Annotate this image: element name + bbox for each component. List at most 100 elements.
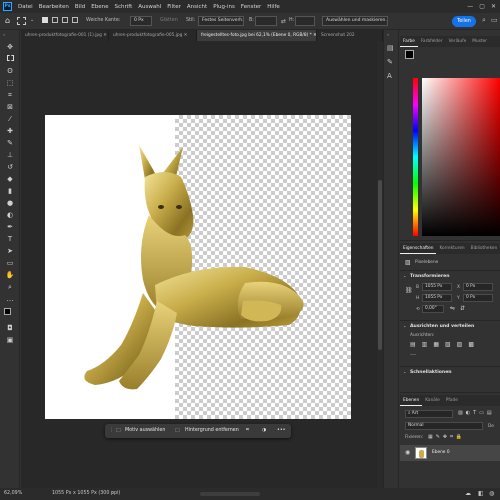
collapse-toolbar-icon[interactable]: » xyxy=(3,32,5,37)
history-brush-icon[interactable]: ↺ xyxy=(5,162,15,172)
menu-ebene[interactable]: Ebene xyxy=(88,4,111,10)
tab-paths[interactable]: Pfade xyxy=(443,395,461,406)
chevron-down-icon[interactable]: ⌄ xyxy=(403,323,406,328)
menu-fenster[interactable]: Fenster xyxy=(238,4,264,10)
menu-plugins[interactable]: Plug-ins xyxy=(210,4,238,10)
link-icon[interactable]: ⛓ xyxy=(405,287,413,294)
tab-swatches[interactable]: Farbfelder xyxy=(418,36,446,47)
chevron-down-icon[interactable]: ⌄ xyxy=(403,369,406,374)
crop-tool-icon[interactable]: ⌗ xyxy=(5,90,15,100)
select-and-mask-button[interactable]: Auswählen und maskieren... xyxy=(322,16,388,26)
swap-icon[interactable]: ⇄ xyxy=(281,18,286,25)
foreground-color-swatch[interactable] xyxy=(4,308,11,315)
hue-slider[interactable] xyxy=(413,78,418,236)
color-picker-field[interactable] xyxy=(422,78,500,236)
layer-name[interactable]: Ebene 0 xyxy=(432,450,450,455)
tab-libraries[interactable]: Bibliotheken xyxy=(468,243,500,254)
flip-horizontal-icon[interactable]: ⇋ xyxy=(450,305,455,312)
flip-vertical-icon[interactable]: ⇵ xyxy=(460,305,465,312)
share-button[interactable]: Teilen xyxy=(452,16,476,27)
menu-bearbeiten[interactable]: Bearbeiten xyxy=(36,4,72,10)
eyedropper-tool-icon[interactable]: ⁄ xyxy=(5,114,15,124)
lock-icons[interactable]: ▦✎✥⌗🔒 xyxy=(428,434,465,440)
more-options-button[interactable]: ••• xyxy=(277,424,286,438)
menu-bild[interactable]: Bild xyxy=(72,4,88,10)
dodge-tool-icon[interactable]: ◐ xyxy=(5,210,15,220)
tab-properties[interactable]: Eigenschaften xyxy=(400,243,437,254)
workspace-icon[interactable]: ▭ xyxy=(491,16,498,24)
width-field[interactable] xyxy=(255,16,277,26)
lasso-tool-icon[interactable]: ʘ xyxy=(5,66,15,76)
clone-stamp-icon[interactable]: ⊥ xyxy=(5,150,15,160)
remove-background-button[interactable]: Hintergrund entfernen xyxy=(185,424,239,438)
marquee-tool-icon[interactable] xyxy=(17,17,26,25)
add-selection-icon[interactable] xyxy=(52,17,58,23)
frame-tool-icon[interactable]: ⊠ xyxy=(5,102,15,112)
eraser-tool-icon[interactable]: ◆ xyxy=(5,174,15,184)
adjust-icon[interactable]: ◍ xyxy=(489,490,494,497)
layers-toggle-icon[interactable]: ◧ xyxy=(478,490,484,497)
tab-document-4[interactable]: Screenshot 202 xyxy=(317,30,383,41)
tab-adjustments[interactable]: Korrekturen xyxy=(436,243,467,254)
brush-settings-icon[interactable]: ✎ xyxy=(387,58,393,66)
menu-ansicht[interactable]: Ansicht xyxy=(184,4,210,10)
close-button[interactable]: ✕ xyxy=(491,3,496,10)
more-tools-icon[interactable]: … xyxy=(5,294,15,304)
taskbar-handle-icon[interactable]: ⋮ xyxy=(109,424,114,438)
chevron-down-icon[interactable]: ⌄ xyxy=(30,17,34,23)
tab-document-3-active[interactable]: freigestelltes-foto.jpg bei 62,1% (Ebene… xyxy=(197,30,317,41)
pen-tool-icon[interactable]: ✒ xyxy=(5,222,15,232)
select-subject-button[interactable]: Motiv auswählen xyxy=(125,424,165,438)
y-prop-field[interactable]: 0 Px xyxy=(463,294,493,302)
foreground-color-chip[interactable] xyxy=(405,50,414,59)
menu-schrift[interactable]: Schrift xyxy=(111,4,135,10)
tab-patterns[interactable]: Muster xyxy=(469,36,490,47)
layer-filter-icons[interactable]: ▨◐T▭▤ xyxy=(458,410,495,416)
collapse-panels-icon[interactable]: « xyxy=(387,32,389,37)
cloud-icon[interactable]: ☁ xyxy=(465,490,471,497)
menu-filter[interactable]: Filter xyxy=(164,4,184,10)
visibility-eye-icon[interactable]: ◉ xyxy=(405,449,410,456)
x-prop-field[interactable]: 0 Px xyxy=(463,283,493,291)
adjustment-icon[interactable]: ◑ xyxy=(262,424,266,438)
gradient-tool-icon[interactable]: ▮ xyxy=(5,186,15,196)
intersect-selection-icon[interactable] xyxy=(72,17,78,23)
layer-filter-dropdown[interactable]: ⌕ Art xyxy=(405,410,453,418)
quick-mask-icon[interactable]: ◘ xyxy=(5,323,15,333)
angle-field[interactable]: 0,00° xyxy=(422,305,444,313)
width-prop-field[interactable]: 1055 Px xyxy=(422,283,452,291)
character-icon[interactable]: A xyxy=(387,72,392,80)
tab-channels[interactable]: Kanäle xyxy=(422,395,443,406)
height-field[interactable] xyxy=(295,16,315,26)
align-buttons-row[interactable]: ▤▥▦▧▨▩ xyxy=(410,341,480,348)
menu-datei[interactable]: Datei xyxy=(15,4,36,10)
path-selection-icon[interactable]: ➤ xyxy=(5,246,15,256)
healing-brush-icon[interactable]: ✚ xyxy=(5,126,15,136)
horizontal-scrollbar-thumb[interactable] xyxy=(200,492,260,496)
rectangle-tool-icon[interactable]: ▭ xyxy=(5,258,15,268)
crop-icon[interactable]: ⌗ xyxy=(246,424,249,438)
minimize-button[interactable]: — xyxy=(467,3,473,10)
tab-document-2[interactable]: uhren-produktfotografie-005.jpg ✕ xyxy=(109,30,197,41)
vertical-scrollbar-thumb[interactable] xyxy=(378,180,382,350)
blur-tool-icon[interactable]: ● xyxy=(5,198,15,208)
home-icon[interactable]: ⌂ xyxy=(5,16,10,25)
feather-field[interactable]: 0 Px xyxy=(130,16,152,26)
tab-layers[interactable]: Ebenen xyxy=(400,395,423,406)
tab-color[interactable]: Farbe xyxy=(400,36,418,47)
document-canvas[interactable] xyxy=(45,115,351,419)
zoom-tool-icon[interactable]: ⌕ xyxy=(5,282,15,292)
history-icon[interactable]: ▤ xyxy=(387,44,394,52)
hand-tool-icon[interactable]: ✋ xyxy=(5,270,15,280)
object-selection-tool-icon[interactable]: ⬚ xyxy=(5,78,15,88)
zoom-level[interactable]: 62,09% xyxy=(4,491,22,496)
chevron-down-icon[interactable]: ⌄ xyxy=(403,273,406,278)
maximize-button[interactable]: ▢ xyxy=(479,3,485,10)
type-tool-icon[interactable]: T xyxy=(5,234,15,244)
menu-hilfe[interactable]: Hilfe xyxy=(264,4,283,10)
tab-document-1[interactable]: uhren-produktfotografie-001 (1).jpg ✕ xyxy=(21,30,109,41)
style-dropdown[interactable]: Festes Seitenverh... xyxy=(198,16,244,26)
new-selection-icon[interactable] xyxy=(42,17,48,23)
move-tool-icon[interactable]: ✥ xyxy=(5,42,15,52)
status-arrow-icon[interactable]: › xyxy=(112,491,114,496)
